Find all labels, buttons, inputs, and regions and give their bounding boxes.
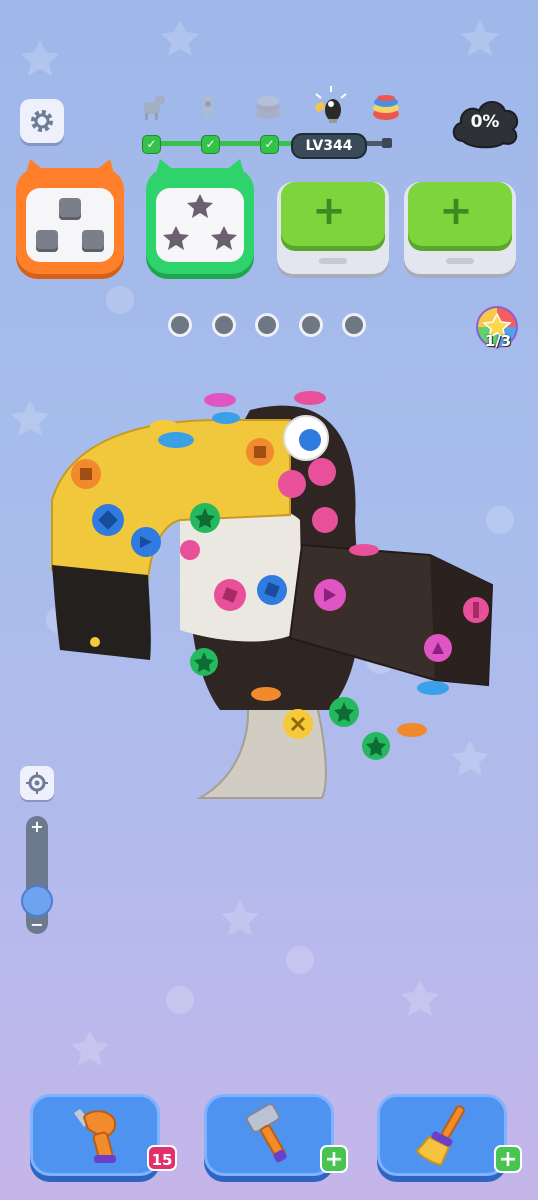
macaron-icon — [373, 95, 399, 120]
box-ear — [220, 159, 246, 181]
box-slot-line — [446, 258, 474, 264]
broom-icon — [415, 1105, 465, 1167]
square-slot — [82, 230, 104, 252]
settings-button[interactable] — [20, 99, 64, 143]
drill-count-badge: 15 — [147, 1145, 177, 1171]
screw-blue[interactable] — [299, 429, 321, 451]
cake-stack-icon — [255, 96, 281, 119]
screw-box-orange[interactable] — [16, 159, 124, 274]
beak-tip-black — [52, 565, 151, 660]
box-ear — [24, 159, 50, 181]
drill-tool-button[interactable] — [30, 1094, 160, 1176]
zoom-in-icon[interactable]: + — [26, 817, 48, 836]
toucan-puzzle-model[interactable] — [40, 380, 510, 820]
holding-slot — [212, 313, 236, 337]
recenter-button[interactable] — [20, 766, 54, 800]
star-slots — [163, 194, 237, 250]
box-slots — [156, 188, 244, 262]
rocket-icon — [203, 94, 213, 116]
completion-percent: 0% — [470, 112, 500, 132]
holding-slot — [342, 313, 366, 337]
drill-icon — [74, 1109, 116, 1163]
box-ear — [90, 159, 116, 181]
hammer-tool-button[interactable] — [204, 1094, 334, 1176]
box-slot-line — [319, 258, 347, 264]
holding-slot — [255, 313, 279, 337]
broom-add-badge[interactable]: + — [494, 1145, 522, 1173]
stage-check-icon: ✓ — [260, 135, 279, 154]
box-slots — [26, 188, 114, 262]
hammer-add-badge[interactable]: + — [320, 1145, 348, 1173]
square-slot — [59, 198, 81, 220]
square-slot — [36, 230, 58, 252]
gear-icon — [31, 110, 53, 132]
hammer-icon — [245, 1103, 287, 1163]
stage-check-icon: ✓ — [142, 135, 161, 154]
add-box-button[interactable]: + — [277, 182, 389, 274]
level-progress: ✓ ✓ ✓ LV344 — [138, 86, 408, 159]
screw-box-green[interactable] — [146, 159, 254, 274]
holding-slot — [299, 313, 323, 337]
toucan-icon — [315, 86, 347, 123]
crosshair-icon — [26, 772, 48, 794]
progress-end — [382, 138, 392, 148]
add-box-button[interactable]: + — [404, 182, 516, 274]
zoom-slider-knob[interactable] — [21, 885, 53, 917]
star-count: 1/3 — [484, 332, 512, 350]
zoom-out-icon[interactable]: − — [26, 915, 48, 934]
plus-icon: + — [439, 188, 473, 234]
screw-yellow[interactable] — [90, 637, 100, 647]
zebra-icon — [144, 95, 165, 120]
plus-icon: + — [312, 188, 346, 234]
broom-tool-button[interactable] — [377, 1094, 507, 1176]
level-label: LV344 — [291, 133, 367, 159]
box-ear — [154, 159, 180, 181]
stage-check-icon: ✓ — [201, 135, 220, 154]
holding-slot — [168, 313, 192, 337]
